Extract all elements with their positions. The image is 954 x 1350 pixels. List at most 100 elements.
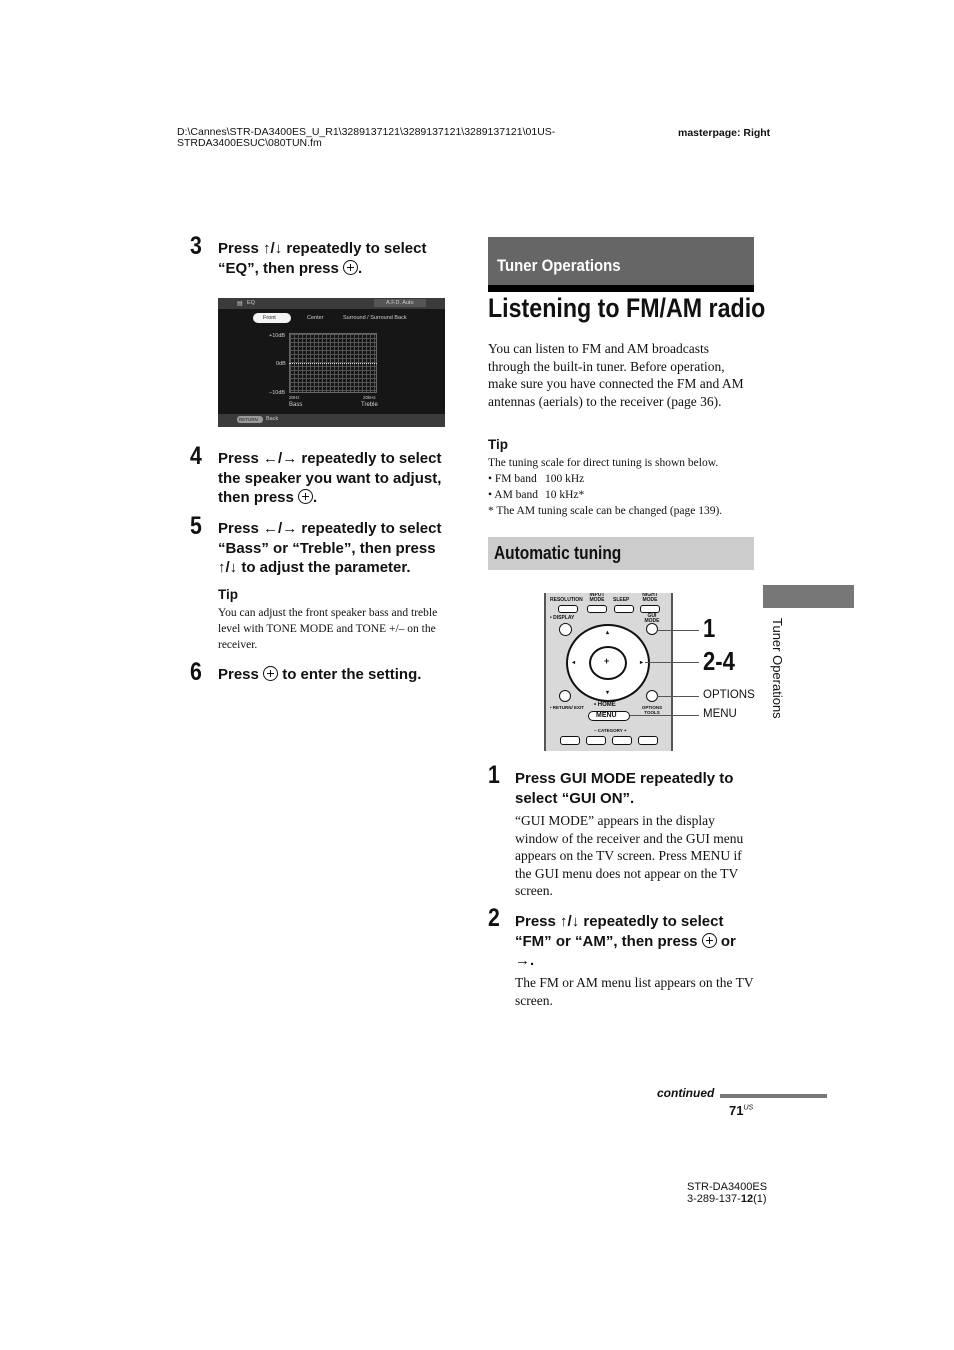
tip-text-right: The tuning scale for direct tuning is sh… [488,455,758,519]
page-number: 71US [729,1103,753,1118]
y-label-0: 0dB [276,361,286,367]
step-4-line2: the speaker you want to adjust, [218,469,442,487]
step-1-body: “GUI MODE” appears in the display window… [515,813,744,899]
step-2-number: 2 [488,904,500,932]
afd-label: A.F.D. Auto [386,300,414,306]
dpad-right-icon: ▸ [640,660,644,666]
remote-label-return-exit: • RETURN/ EXIT [549,705,585,710]
tip-heading-right: Tip [488,437,508,452]
step-1-number: 1 [488,761,500,789]
file-path-line2: STRDA3400ESUC\080TUN.fm [177,137,322,149]
step-3-number: 3 [190,232,202,260]
step-6-rest: to enter the setting. [282,666,422,683]
step-5-line3: ↑/↓ to adjust the parameter. [218,559,411,576]
page-number-value: 71 [729,1103,744,1118]
remote-return-button [559,690,571,702]
step-6-number: 6 [190,658,202,686]
side-tab-marker [763,585,854,608]
eq-zero-line [289,363,377,364]
step-4-line1: Press ←/→ repeatedly to select [218,450,442,467]
code-part-b: 12 [740,1193,754,1205]
subsection-title: Automatic tuning [494,543,622,563]
remote-resolution-button [558,605,578,613]
y-label-minus10: −10dB [269,390,286,396]
step-6-text: Press to enter the setting. [218,665,478,685]
subsection-automatic-tuning: Automatic tuning [488,537,754,570]
step-4-period: . [313,489,318,506]
y-label-plus10: +10dB [269,333,286,339]
remote-category-plus-button [612,736,632,745]
enter-button-icon [343,259,359,275]
x-label-20khz: 20kHz [363,395,376,400]
remote-label-menu: MENU [596,712,617,719]
section-header-tuner-operations: Tuner Operations [488,237,754,285]
band-bass: Bass [289,402,303,408]
callout-line-options [657,696,699,697]
intro-paragraph: You can listen to FM and AM broadcasts t… [488,341,744,409]
step-3-period: . [358,259,363,277]
band-treble: Treble [361,402,378,408]
step-6-press: Press [218,666,259,683]
masterpage-label: masterpage: Right [678,127,771,139]
callout-line-menu [630,715,699,716]
step-4-number: 4 [190,442,202,470]
step-5-text: Press ←/→ repeatedly to select “Bass” or… [218,519,468,578]
remote-label-night-mode: NIGHT MODE [642,593,658,603]
page-number-region: US [743,1104,754,1112]
tab-center[interactable]: Center [307,315,324,321]
step-3-text: Press ↑/↓ repeatedly to select “EQ”, the… [218,239,468,278]
fm-band-label: • FM band [488,473,537,485]
step-1-title: Press GUI MODE repeatedly to select “GUI… [515,770,734,807]
eq-screen-image: ▤ EQ A.F.D. Auto Front Center Surround /… [218,298,445,427]
step-5-line2: “Bass” or “Treble”, then press [218,539,436,557]
remote-label-home: • HOME [594,702,616,708]
remote-display-button [559,623,572,636]
am-band-value: 10 kHz* [545,489,585,501]
remote-label-display: • DISPLAY [550,615,575,621]
dpad-up-icon: ▴ [606,630,610,636]
remote-input-mode-button [587,605,607,613]
remote-gui-mode-button [646,623,658,635]
section-header-bar [488,285,754,292]
remote-label-resolution: RESOLUTION [550,597,583,603]
am-band-label: • AM band [488,489,539,501]
callout-2-4: 2-4 [703,646,735,676]
step-5-line1: Press ←/→ repeatedly to select [218,520,442,537]
remote-label-category: – CATEGORY + [594,728,627,733]
page-title: Listening to FM/AM radio [488,293,766,323]
continued-label: continued [657,1086,715,1100]
remote-night-mode-button [640,605,660,613]
callout-line-2-4 [645,662,699,663]
step-2-line2: “FM” or “AM”, then press [515,932,698,950]
tip-text-left: You can adjust the front speaker bass an… [218,607,438,651]
model-name: STR-DA3400ES [687,1181,768,1193]
toolbox-icon: ▤ [237,301,243,307]
dpad-down-icon: ▾ [606,690,610,696]
remote-next-button [638,736,658,745]
remote-control-illustration: RESOLUTION INPUT MODE SLEEP NIGHT MODE •… [544,593,673,751]
step-2-text: Press ↑/↓ repeatedly to select “FM” or “… [515,912,760,971]
tip-heading-left: Tip [218,587,238,602]
enter-button-icon [263,666,279,681]
continued-bar [720,1094,827,1098]
dpad-left-icon: ◂ [572,660,576,666]
enter-button-icon [298,489,314,504]
tab-front[interactable]: Front [263,315,276,321]
enter-plus-icon: + [604,656,610,666]
file-path-header: D:\Cannes\STR-DA3400ES_U_R1\3289137121\3… [177,127,555,149]
remote-label-sleep: SLEEP [613,597,630,603]
step-3-line2: “EQ”, then press [218,259,339,277]
step-4-line3: then press [218,489,294,506]
back-label: Back [266,416,279,422]
code-part-c: (1) [753,1193,767,1205]
callout-1: 1 [703,613,716,643]
model-code: STR-DA3400ES 3-289-137-12(1) [687,1181,767,1205]
remote-label-options-tools: OPTIONS TOOLS [641,705,663,715]
tab-surround[interactable]: Surround / Surround Back [343,315,407,321]
eq-title: EQ [247,300,255,306]
enter-button-icon [701,932,717,948]
step-2-line3: →. [515,952,535,969]
code-part-a: 3-289-137- [687,1193,741,1205]
step-2-body: The FM or AM menu list appears on the TV… [515,975,754,1008]
callout-options: OPTIONS [703,689,755,701]
